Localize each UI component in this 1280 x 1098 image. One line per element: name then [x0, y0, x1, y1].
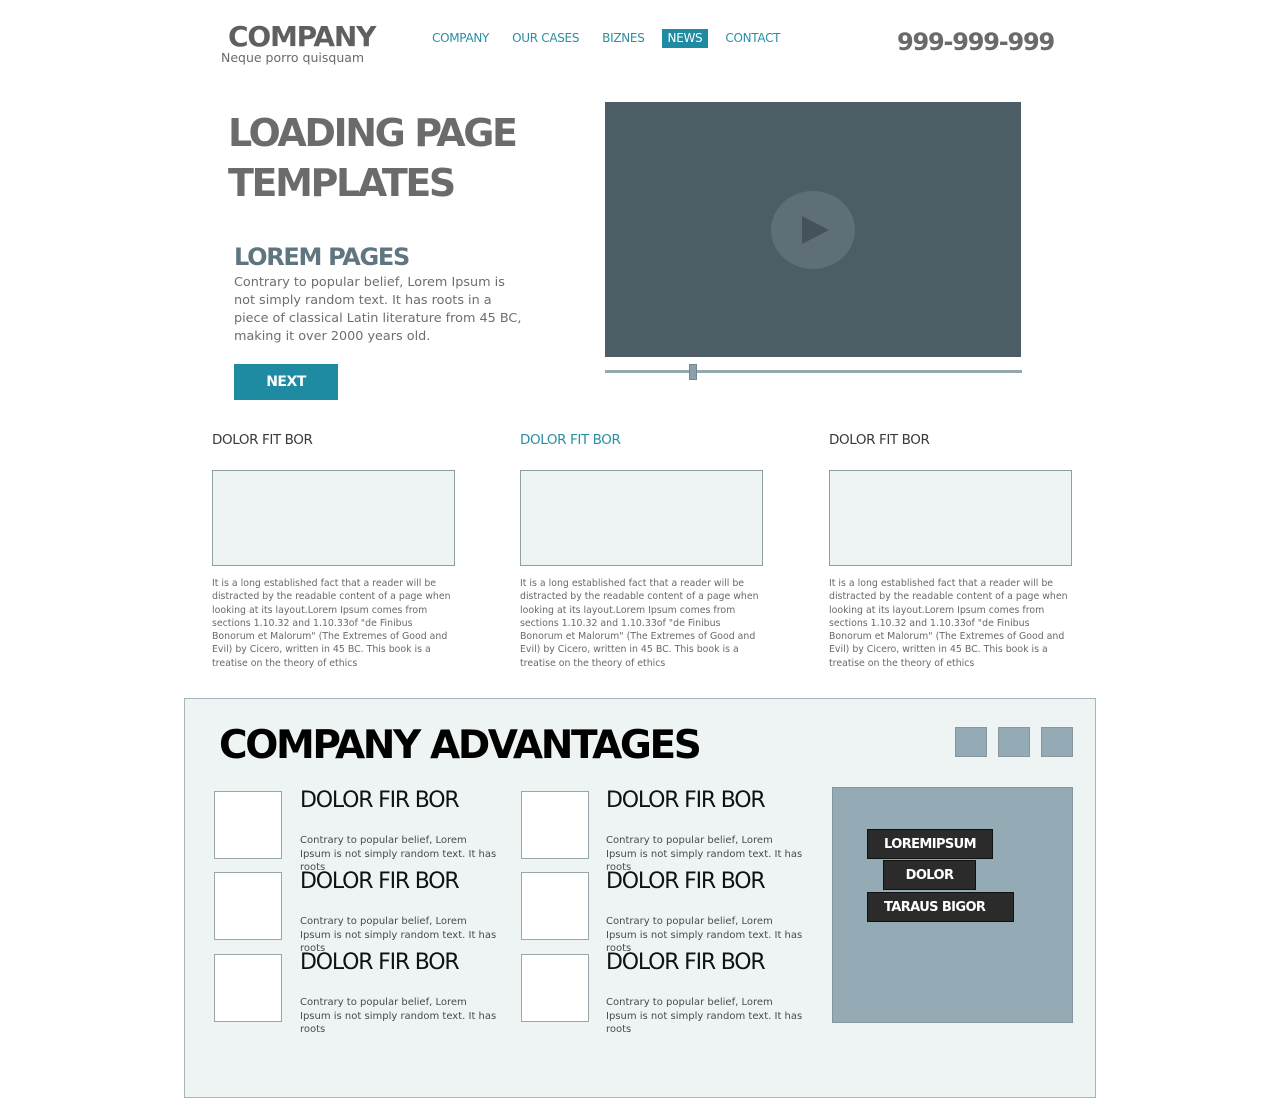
video-progress-handle[interactable]	[689, 364, 697, 380]
tag-taraus-bigor[interactable]: TARAUS BIGOR	[867, 892, 1014, 922]
nav-item-contact[interactable]: CONTACT	[719, 29, 786, 48]
advantage-title: DOLOR FIR BOR	[606, 950, 766, 975]
column-image-placeholder	[520, 470, 763, 566]
main-nav: COMPANY OUR CASES BIZNES NEWS CONTACT	[426, 29, 797, 48]
tag-loremipsum[interactable]: LOREMIPSUM	[867, 829, 993, 859]
nav-item-biznes[interactable]: BIZNES	[596, 29, 650, 48]
column-text: It is a long established fact that a rea…	[520, 578, 759, 669]
column-title[interactable]: DOLOR FIT BOR	[520, 432, 621, 448]
column-image-placeholder	[829, 470, 1072, 566]
tag-dolor[interactable]: DOLOR	[883, 860, 976, 890]
column-image-placeholder	[212, 470, 455, 566]
nav-item-company[interactable]: COMPANY	[426, 29, 495, 48]
hero-title-line-1: LOADING PAGE	[228, 111, 518, 155]
hero-title-line-2: TEMPLATES	[228, 161, 456, 205]
nav-item-our-cases[interactable]: OUR CASES	[506, 29, 585, 48]
play-icon	[802, 216, 829, 244]
advantage-image	[214, 872, 282, 940]
advantage-image	[521, 872, 589, 940]
slider-dot[interactable]	[998, 727, 1030, 757]
advantage-title: DOLOR FIR BOR	[300, 950, 460, 975]
logo-tagline: Neque porro quisquam	[221, 50, 365, 65]
hero-title: LOADING PAGE TEMPLATES	[228, 108, 568, 208]
advantage-title: DOLOR FIR BOR	[300, 788, 460, 813]
advantage-text: Contrary to popular belief, Lorem Ipsum …	[300, 997, 497, 1035]
phone-number: 999-999-999	[897, 28, 1055, 56]
column-text: It is a long established fact that a rea…	[829, 578, 1068, 669]
advantage-image	[214, 791, 282, 859]
advantage-title: DOLOR FIR BOR	[606, 788, 766, 813]
slider-dot[interactable]	[955, 727, 987, 757]
advantage-image	[214, 954, 282, 1022]
column-title: DOLOR FIT BOR	[829, 432, 930, 448]
video-progress-bar[interactable]	[605, 370, 1022, 373]
nav-item-news[interactable]: NEWS	[661, 29, 709, 48]
advantage-title: DOLOR FIR BOR	[300, 869, 460, 894]
advantage-title: DOLOR FIR BOR	[606, 869, 766, 894]
column-title: DOLOR FIT BOR	[212, 432, 313, 448]
advantage-image	[521, 791, 589, 859]
hero-subtitle: LOREM PAGES	[234, 243, 410, 271]
hero-description: Contrary to popular belief, Lorem Ipsum …	[234, 275, 522, 344]
column-text: It is a long established fact that a rea…	[212, 578, 451, 669]
advantages-title: COMPANY ADVANTAGES	[219, 723, 702, 768]
advantage-image	[521, 954, 589, 1022]
advantage-text: Contrary to popular belief, Lorem Ipsum …	[606, 997, 803, 1035]
slider-dot[interactable]	[1041, 727, 1073, 757]
logo[interactable]: COMPANY	[228, 20, 376, 54]
next-button[interactable]: NEXT	[234, 364, 338, 400]
